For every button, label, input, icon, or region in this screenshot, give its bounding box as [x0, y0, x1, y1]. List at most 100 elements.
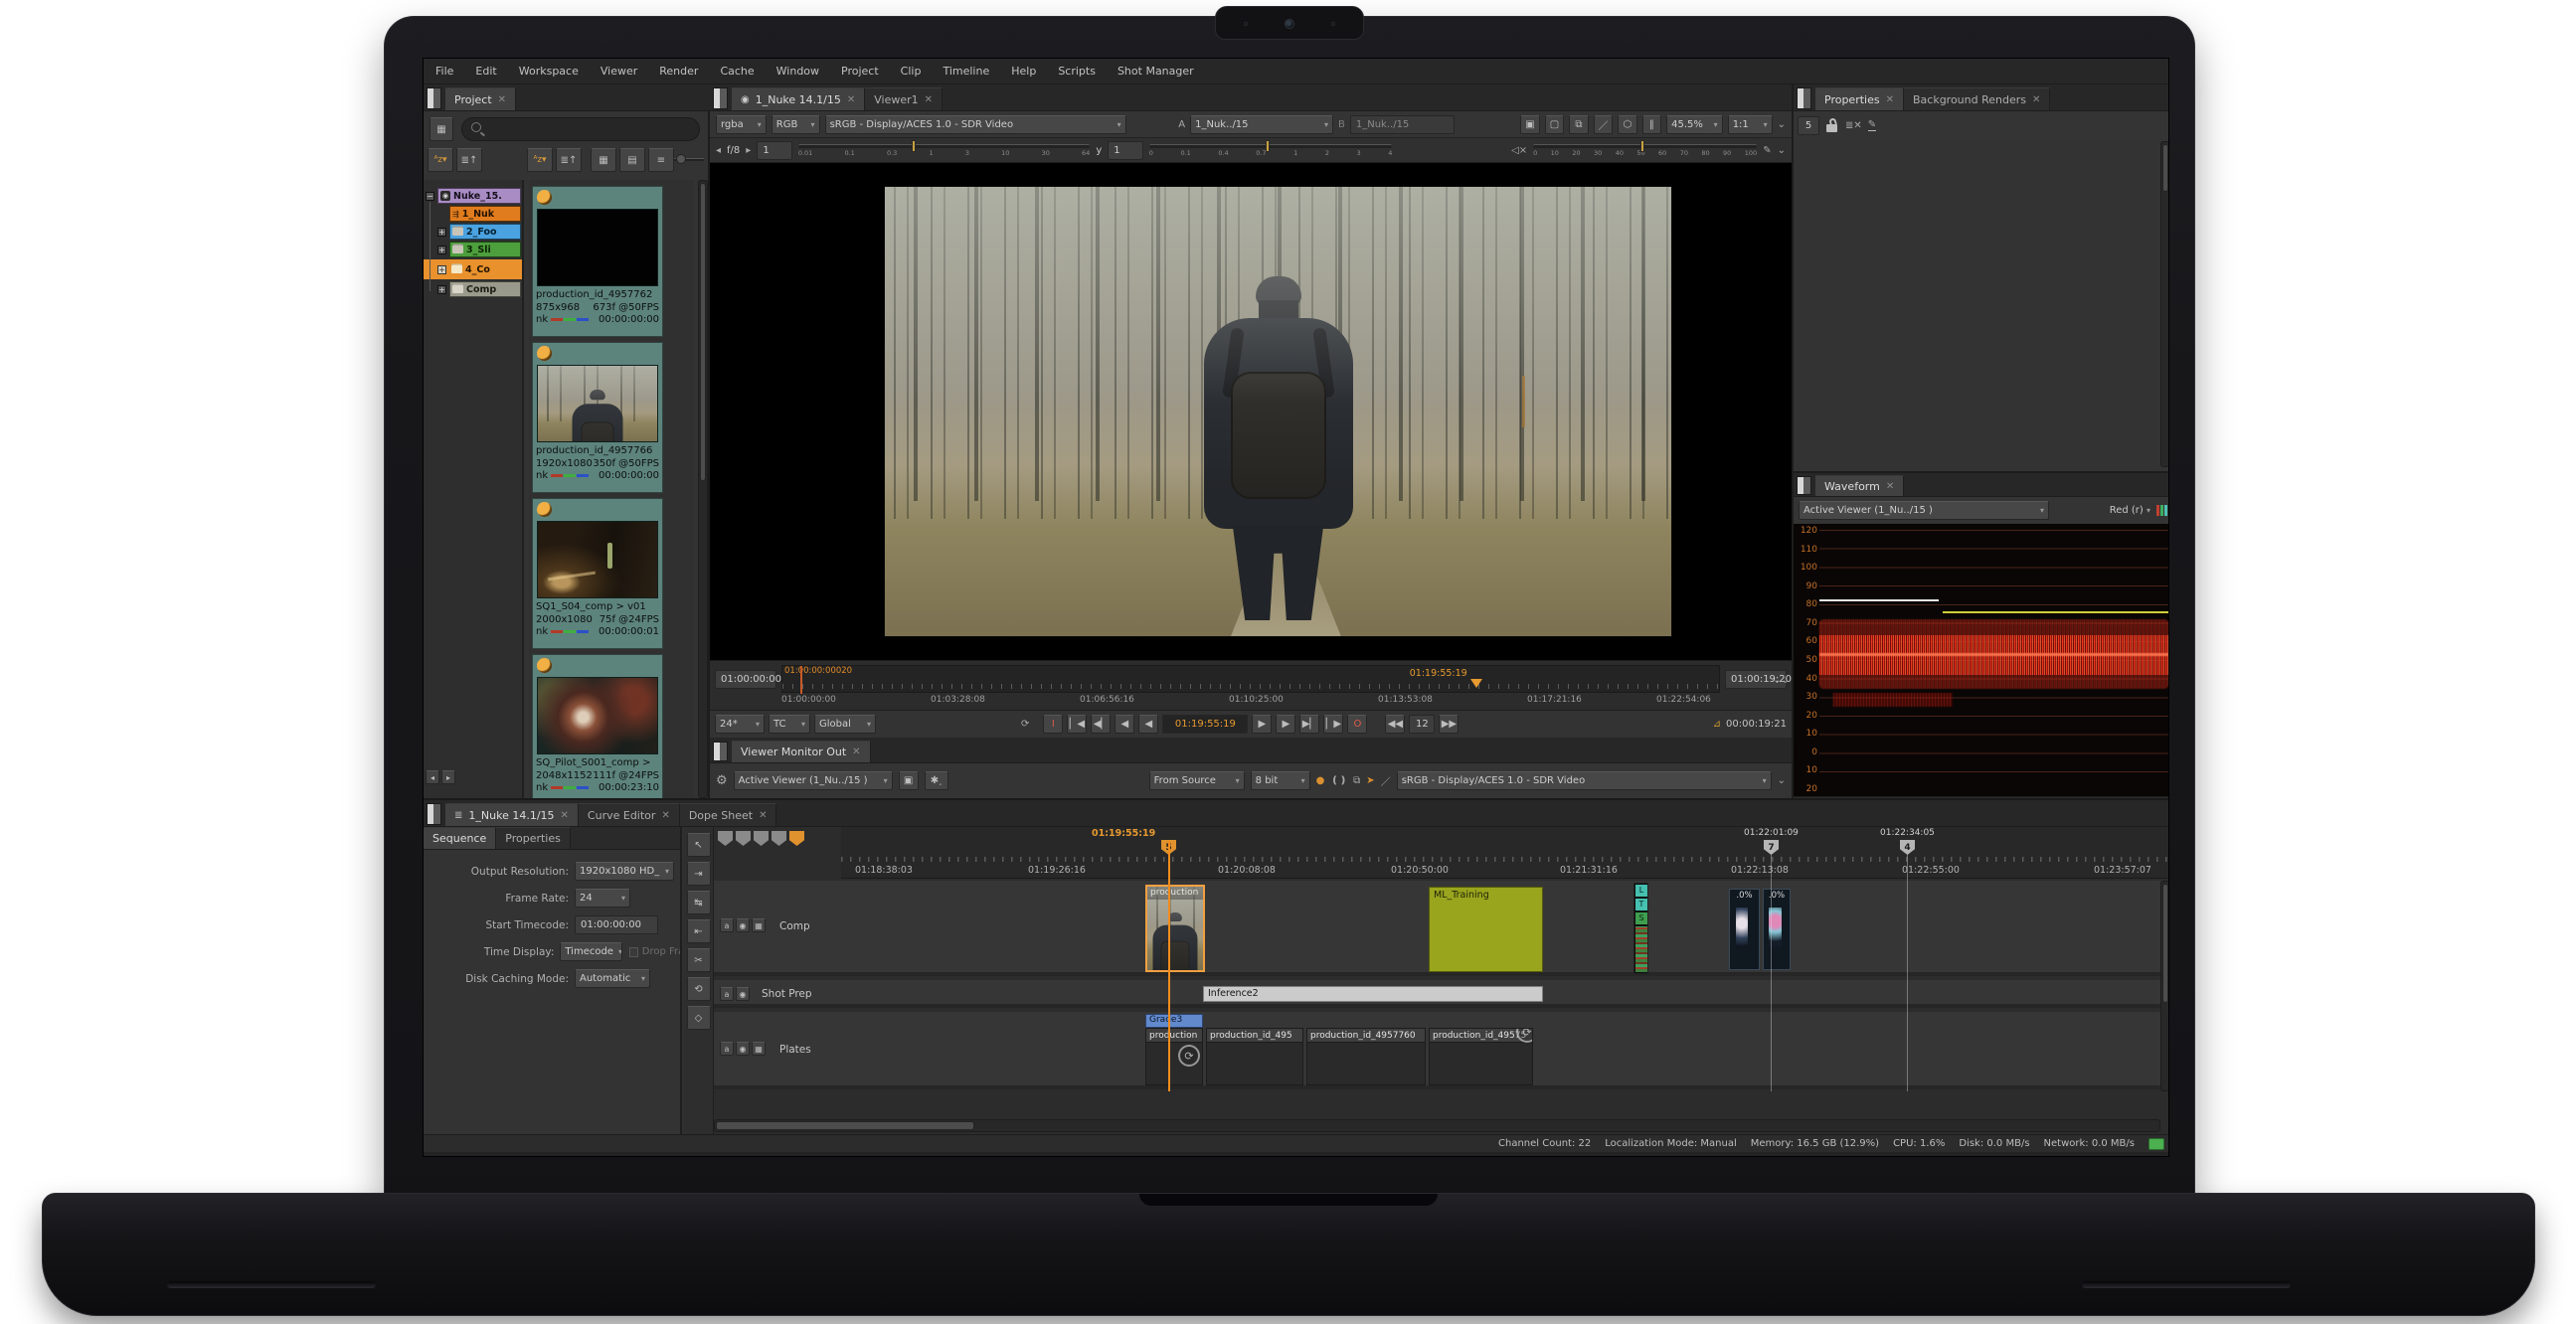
play-icon[interactable]: ▶ [1252, 715, 1272, 734]
slide-tool-icon[interactable]: ↹ [687, 891, 711, 914]
skip-back-icon[interactable]: ◀◀ [1385, 715, 1405, 734]
clip-plate-3[interactable]: production_id_4957760 [1306, 1028, 1426, 1085]
fps-dropdown[interactable]: 24*▾ [715, 715, 765, 734]
subtab-properties[interactable]: Properties [496, 827, 571, 849]
unlock-icon[interactable] [1825, 118, 1839, 132]
pause-icon[interactable]: ‖ [1642, 115, 1661, 134]
layers-icon[interactable]: ⧉ [1353, 775, 1360, 786]
select-tool-icon[interactable]: ↖ [687, 833, 711, 857]
slider-knob[interactable] [676, 154, 686, 164]
panel-drag-handle-icon[interactable] [1797, 87, 1811, 109]
monitor-lut-dropdown[interactable]: sRGB - Display/ACES 1.0 - SDR Video▾ [1397, 771, 1772, 790]
step-forward-icon[interactable]: ▶▏ [1299, 715, 1319, 734]
scrollbar-handle[interactable] [2162, 144, 2168, 192]
clip-retime-1[interactable]: .0% [1729, 889, 1760, 970]
flag-icon[interactable] [772, 831, 786, 846]
trim-tool-icon[interactable]: ⇥ [687, 862, 711, 886]
ramp-icon[interactable]: ⊿ [1713, 719, 1721, 730]
close-icon[interactable]: ✕ [847, 94, 855, 105]
join-tool-icon[interactable]: ◇ [687, 1006, 711, 1030]
roi-icon[interactable]: ⬡ [1618, 115, 1636, 134]
sort-alpha-icon[interactable]: ᴬz▾ [428, 148, 453, 172]
menu-clip[interactable]: Clip [901, 65, 922, 78]
channels-dropdown[interactable]: rgba▾ [716, 115, 767, 134]
scroll-left-icon[interactable]: ◂ [426, 770, 439, 784]
compare-icon[interactable]: ／ [1594, 115, 1613, 134]
tc-mode-dropdown[interactable]: TC▾ [769, 715, 810, 734]
clip-inference2[interactable]: Inference2 [1203, 986, 1543, 1002]
frame-step-input[interactable]: 12 [1409, 715, 1435, 734]
tab-waveform[interactable]: Waveform✕ [1815, 475, 1904, 496]
flag-icon[interactable] [718, 831, 733, 846]
edit-pencil-icon[interactable]: ✎ [1868, 119, 1876, 131]
tree-item-comps[interactable]: Comp [449, 281, 521, 297]
timeline-ruler[interactable]: 01:19:55:19 01:22:01:09 01:22:34:05 5 7 … [841, 827, 2169, 879]
scrollbar-handle[interactable] [2162, 884, 2168, 1003]
monitor-track-icon[interactable]: ◉ [736, 918, 750, 932]
clip-ml-training[interactable]: ML_Training [1429, 887, 1543, 972]
expand-icon[interactable]: + [437, 285, 446, 294]
slider-knob[interactable] [1640, 140, 1644, 152]
play-fast-icon[interactable]: ▶ [1276, 715, 1295, 734]
marker-tag-7[interactable]: 7 [1764, 840, 1779, 855]
cursor-icon[interactable]: ➤ [1366, 775, 1374, 786]
menu-shot-manager[interactable]: Shot Manager [1117, 65, 1194, 78]
scrollbar-handle[interactable] [700, 183, 706, 481]
next-aperture-icon[interactable]: ▸ [746, 145, 751, 156]
timeline-hscrollbar[interactable] [714, 1119, 2160, 1132]
clip-strip[interactable]: L T S [1633, 883, 1648, 974]
more-options-icon[interactable]: ⌄ [1778, 145, 1786, 156]
menu-edit[interactable]: Edit [475, 65, 496, 78]
enable-track-icon[interactable]: ▦ [752, 918, 766, 932]
clip-card[interactable]: SQ1_S04_comp > v01 2000x108075f @24FPS n… [532, 498, 663, 649]
close-icon[interactable]: ✕ [498, 94, 506, 105]
gain-input[interactable]: 1 [757, 141, 791, 160]
tab-viewer1[interactable]: Viewer1✕ [865, 87, 943, 110]
list-view-icon[interactable]: ≡ [648, 148, 674, 172]
slider-knob[interactable] [912, 140, 916, 152]
clip-retime-2[interactable]: .0% [1763, 889, 1791, 970]
more-options-icon[interactable]: ⌄ [1778, 119, 1786, 130]
viewer-image-area[interactable] [710, 163, 1792, 660]
current-timecode-display[interactable]: 01:19:55:19 [1162, 715, 1248, 734]
time-display-dropdown[interactable]: Timecode▾ [560, 942, 621, 961]
sort-alpha-icon[interactable]: ᴬz▾ [527, 148, 553, 172]
close-icon[interactable]: ✕ [852, 746, 860, 757]
annotate-pencil-icon[interactable]: ✎ [1763, 145, 1771, 156]
properties-scrollbar[interactable] [2160, 141, 2169, 467]
skip-forward-icon[interactable]: ▶▶ [1439, 715, 1459, 734]
prev-aperture-icon[interactable]: ◂ [716, 145, 721, 156]
close-icon[interactable]: ✕ [759, 810, 767, 821]
node-panel-count[interactable]: 5 [1798, 116, 1819, 135]
close-icon[interactable]: ✕ [1886, 481, 1894, 492]
waveform-viewer-dropdown[interactable]: Active Viewer (1_Nu../15 )▾ [1799, 501, 2049, 520]
menu-render[interactable]: Render [659, 65, 698, 78]
gain-toggle-icon[interactable]: ▣ [1520, 115, 1539, 134]
clear-panels-icon[interactable]: ≣✕ [1845, 120, 1862, 131]
tree-item-slices[interactable]: 3_Sli [449, 242, 521, 257]
flag-icon-active[interactable] [789, 831, 804, 846]
speaker-icon[interactable]: ◁× [1511, 145, 1527, 156]
drop-frame-checkbox[interactable] [629, 947, 638, 957]
clip-card[interactable]: SQ_Pilot_S001_comp > 2048x1152111f @24FP… [532, 654, 663, 798]
thumb-size-slider[interactable] [674, 158, 704, 161]
play-back-icon[interactable]: ◀ [1138, 715, 1158, 734]
settings-gear-icon[interactable]: ✱˯ [925, 771, 948, 790]
razor-tool-icon[interactable]: ✂ [687, 948, 711, 972]
tab-background-renders[interactable]: Background Renders✕ [1904, 87, 2050, 110]
flip-icon[interactable]: ▣ [899, 771, 919, 790]
flag-icon[interactable] [754, 831, 769, 846]
detail-view-icon[interactable]: ▤ [619, 148, 645, 172]
prev-keyframe-icon[interactable]: ◀▏ [1091, 715, 1111, 734]
tab-viewer-nuke[interactable]: ◉1_Nuke 14.1/15✕ [732, 87, 865, 110]
close-icon[interactable]: ✕ [2032, 94, 2040, 105]
close-icon[interactable]: ✕ [561, 810, 569, 821]
scroll-right-icon[interactable]: ▸ [441, 770, 455, 784]
curly-icon[interactable]: ❪❫ [1330, 775, 1347, 786]
clip-card[interactable]: production_id_4957762 875x968673f @50FPS… [532, 186, 663, 337]
wipe-icon[interactable]: ⧉ [1569, 115, 1588, 134]
panel-drag-handle-icon[interactable] [427, 803, 441, 825]
menu-viewer[interactable]: Viewer [601, 65, 637, 78]
more-options-icon[interactable]: ⌄ [1778, 775, 1786, 786]
tree-item-footage[interactable]: 2_Foo [449, 224, 521, 240]
